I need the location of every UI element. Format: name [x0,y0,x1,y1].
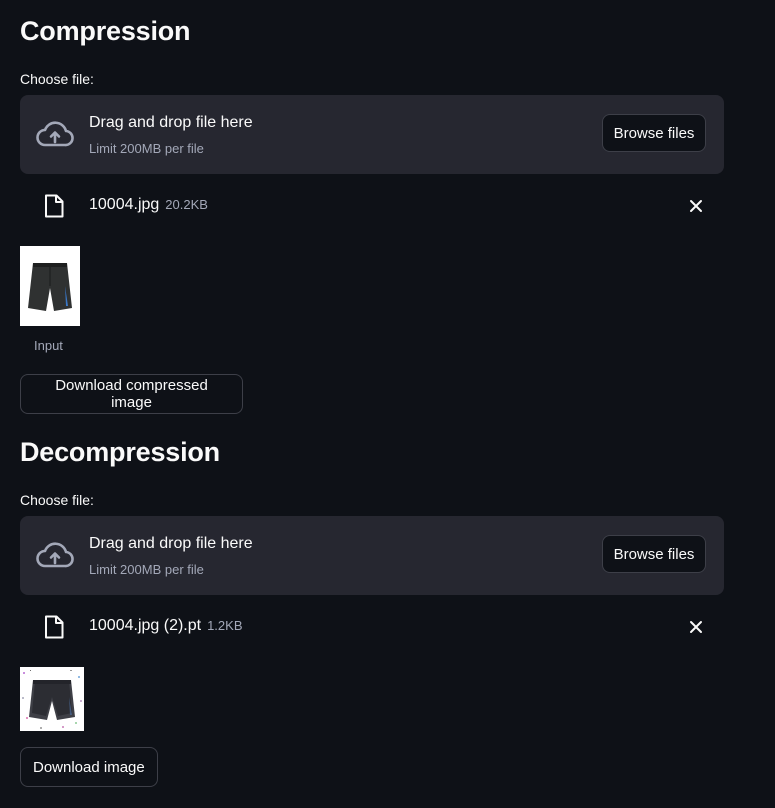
decompressed-image [20,667,84,731]
decompression-heading: Decompression [20,437,220,467]
shorts-image [20,246,80,326]
download-image-button[interactable]: Download image [20,747,158,787]
close-icon[interactable] [688,619,704,635]
file-icon [45,615,64,639]
decompression-file-size: 1.2KB [207,618,243,633]
compression-file-name: 10004.jpg [89,196,160,213]
close-icon[interactable] [688,198,704,214]
compression-dropzone-limit: Limit 200MB per file [89,141,204,156]
input-image-caption: Input [34,338,63,353]
decompression-dropzone-title: Drag and drop file here [89,535,253,552]
cloud-upload-icon [36,542,74,568]
file-icon [45,194,64,218]
decompression-file-name: 10004.jpg (2).pt [89,617,202,634]
compression-file-name-line: 10004.jpg 20.2KB [89,196,208,214]
decompressed-shorts-image [20,667,84,731]
decompression-choose-label: Choose file: [20,492,94,508]
compression-dropzone-title: Drag and drop file here [89,114,253,131]
input-image [20,246,80,326]
compression-dropzone[interactable]: Drag and drop file here Limit 200MB per … [20,95,724,174]
compression-file-size: 20.2KB [165,197,208,212]
decompression-browse-button[interactable]: Browse files [602,535,706,573]
decompression-file-name-line: 10004.jpg (2).pt 1.2KB [89,617,243,635]
compression-browse-button[interactable]: Browse files [602,114,706,152]
cloud-upload-icon [36,121,74,147]
decompression-uploaded-file: 10004.jpg (2).pt 1.2KB [20,612,724,642]
compression-choose-label: Choose file: [20,71,94,87]
app-page: Compression Choose file: Drag and drop f… [0,0,775,808]
decompression-dropzone-limit: Limit 200MB per file [89,562,204,577]
decompression-dropzone[interactable]: Drag and drop file here Limit 200MB per … [20,516,724,595]
download-compressed-button[interactable]: Download compressed image [20,374,243,414]
compression-uploaded-file: 10004.jpg 20.2KB [20,191,724,221]
compression-heading: Compression [20,16,191,46]
